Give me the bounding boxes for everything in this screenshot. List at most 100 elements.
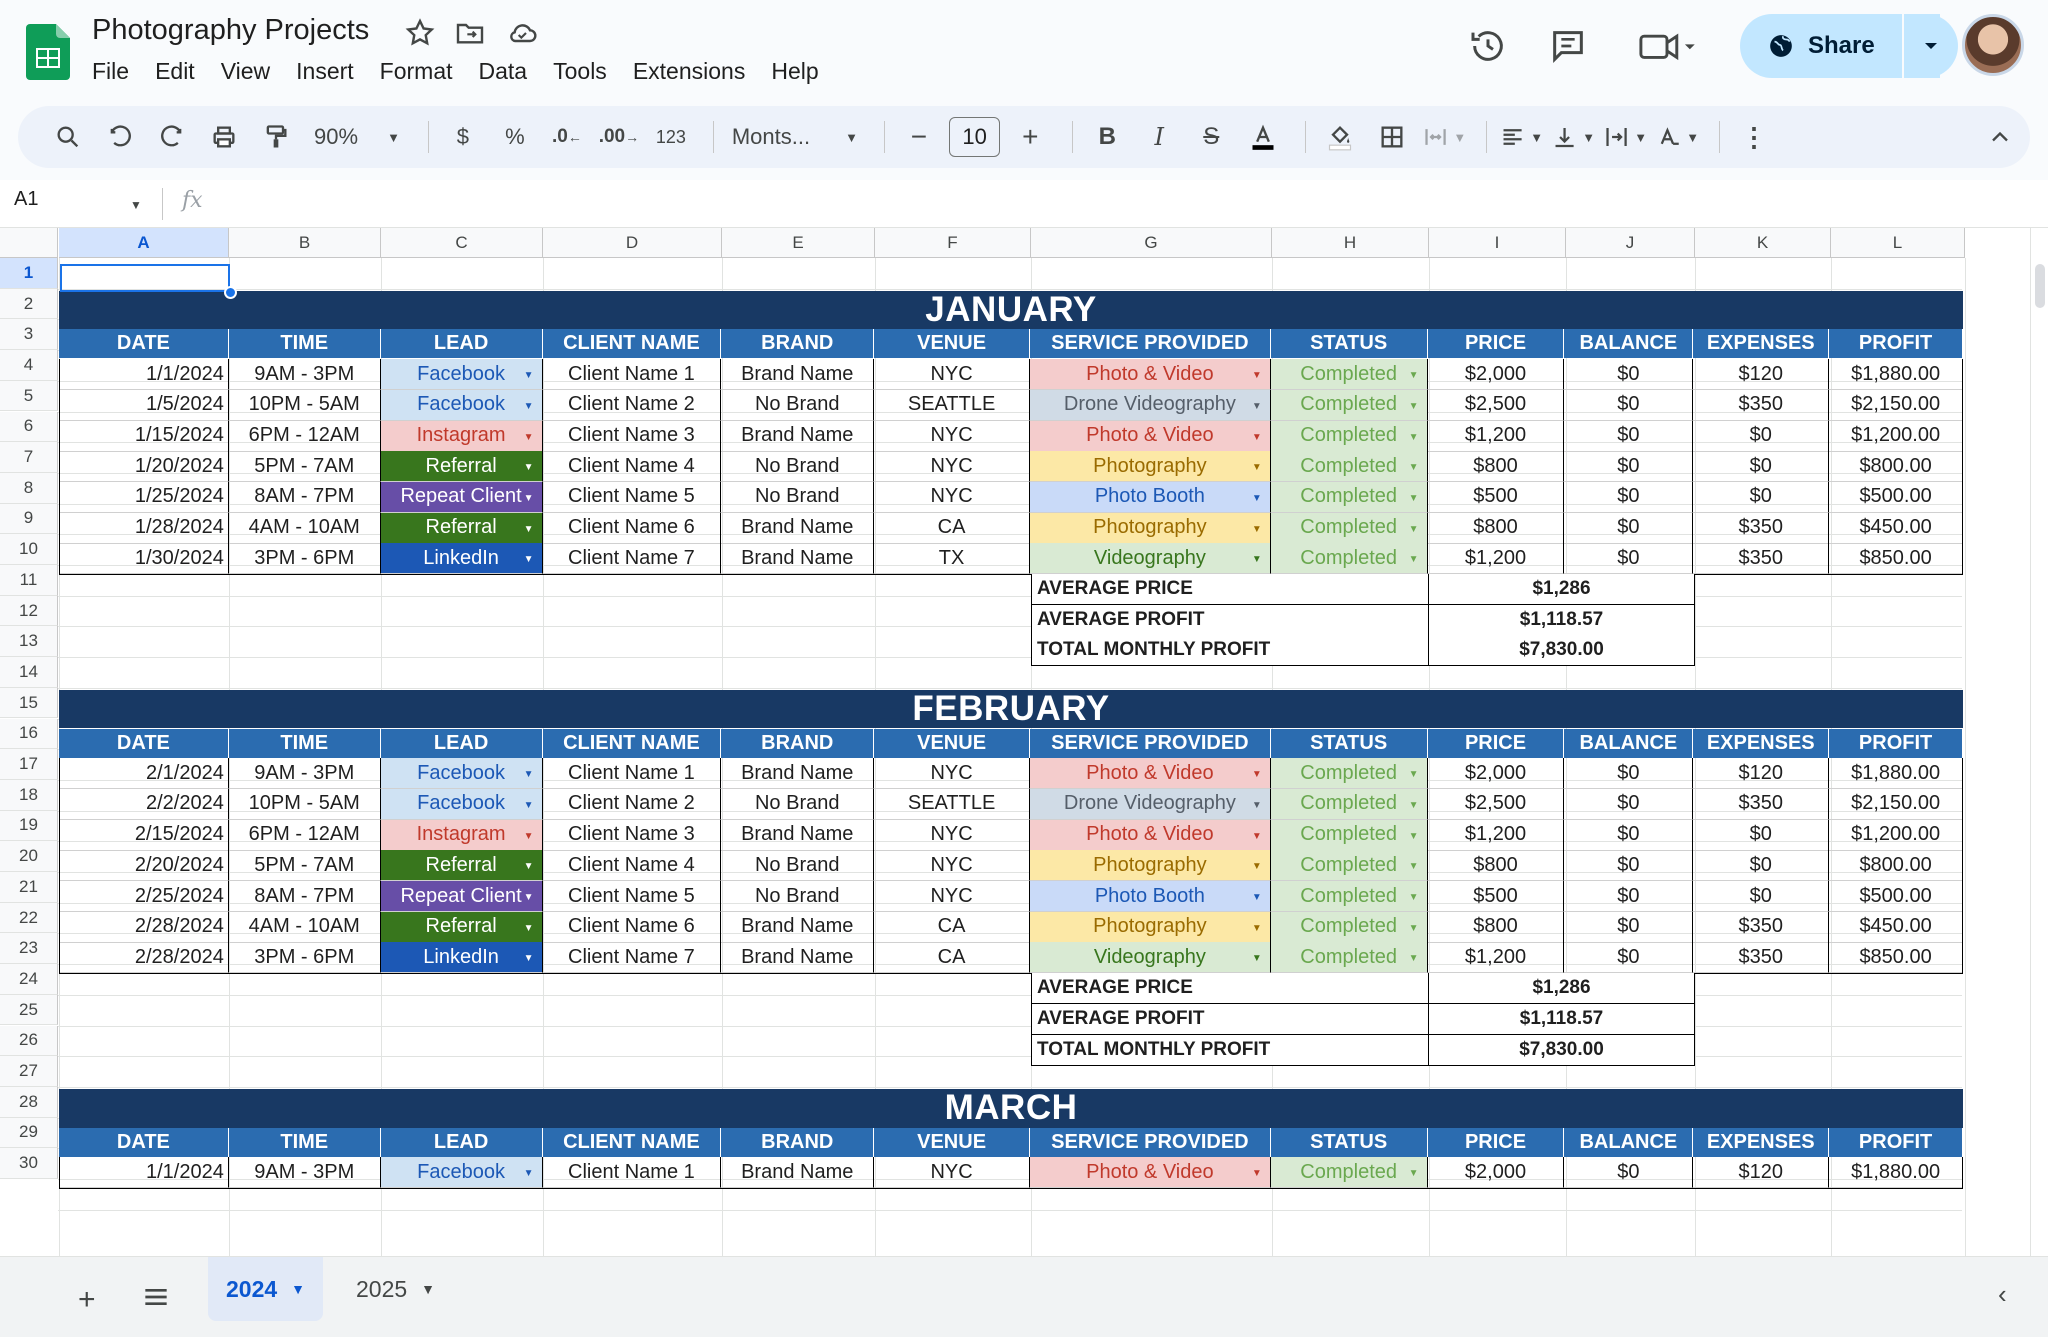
table-cell[interactable]: Brand Name [721,819,875,851]
table-cell[interactable]: NYC [874,420,1030,452]
table-cell[interactable]: $1,200 [1427,942,1565,974]
menu-format[interactable]: Format [367,56,466,87]
table-cell[interactable]: 8AM - 7PM [228,481,381,513]
table-cell[interactable]: Client Name 5 [542,481,722,513]
lead-dropdown[interactable]: LinkedIn ▼ [380,942,543,974]
dropdown-arrow-icon[interactable]: ▼ [1409,493,1419,504]
table-cell[interactable]: $1,200 [1427,819,1565,851]
row-header-7[interactable]: 7 [0,442,58,473]
lead-dropdown[interactable]: Repeat Client ▼ [380,481,543,513]
column-header-g[interactable]: G [1031,228,1272,258]
print-button[interactable] [202,115,246,159]
table-cell[interactable]: Client Name 3 [542,819,722,851]
menu-view[interactable]: View [208,56,283,87]
table-cell[interactable]: 2/15/2024 [59,819,229,851]
table-cell[interactable]: $0 [1564,850,1694,882]
row-header-15[interactable]: 15 [0,687,58,719]
dropdown-arrow-icon[interactable]: ▼ [1409,861,1419,872]
text-color-button[interactable] [1241,115,1285,159]
dropdown-arrow-icon[interactable]: ▼ [1252,831,1262,842]
text-wrapping-button[interactable]: ▼ [1603,115,1647,159]
table-cell[interactable]: Client Name 2 [542,788,722,820]
row-header-26[interactable]: 26 [0,1025,58,1057]
summary-label[interactable]: TOTAL MONTHLY PROFIT [1031,1034,1429,1066]
table-cell[interactable]: $350 [1693,389,1830,421]
borders-button[interactable] [1370,115,1414,159]
table-cell[interactable]: $450.00 [1829,911,1964,943]
column-header-f[interactable]: F [875,228,1031,258]
table-cell[interactable]: 1/28/2024 [59,512,229,544]
table-cell[interactable]: Brand Name [721,512,875,544]
table-cell[interactable]: $2,000 [1427,758,1565,790]
sheet-tab-2025[interactable]: 2025 ▼ [338,1257,453,1321]
version-history-icon[interactable] [1468,26,1508,66]
sheet-tab-2024[interactable]: 2024 ▼ [208,1257,324,1321]
dropdown-arrow-icon[interactable]: ▼ [1409,1168,1419,1179]
table-cell[interactable]: NYC [874,359,1030,391]
table-cell[interactable]: $0 [1564,389,1694,421]
table-cell[interactable]: $1,880.00 [1829,758,1964,790]
table-cell[interactable]: 1/5/2024 [59,389,229,421]
service-dropdown[interactable]: Videography ▼ [1030,543,1271,575]
lead-dropdown[interactable]: Instagram ▼ [380,420,543,452]
dropdown-arrow-icon[interactable]: ▼ [1409,831,1419,842]
paint-format-button[interactable] [254,115,298,159]
star-icon[interactable] [404,17,436,49]
table-cell[interactable]: 10PM - 5AM [228,788,381,820]
font-size-input[interactable]: 10 [948,117,1001,157]
table-cell[interactable]: Brand Name [721,359,875,391]
table-cell[interactable]: $1,880.00 [1829,359,1964,391]
dropdown-arrow-icon[interactable]: ▼ [1252,493,1262,504]
dropdown-arrow-icon[interactable]: ▼ [524,892,534,903]
dropdown-arrow-icon[interactable]: ▼ [1409,401,1419,412]
sheets-logo-icon[interactable] [26,24,70,80]
dropdown-arrow-icon[interactable]: ▼ [1409,554,1419,565]
table-cell[interactable]: Brand Name [721,1157,875,1189]
table-cell[interactable]: $0 [1693,451,1830,483]
decrease-decimal-button[interactable]: .0 ← [545,115,589,159]
dropdown-arrow-icon[interactable]: ▼ [1409,923,1419,934]
table-cell[interactable]: $1,200.00 [1829,819,1964,851]
chevron-left-icon[interactable]: ‹ [1998,1279,2007,1310]
dropdown-arrow-icon[interactable]: ▼ [1252,462,1262,473]
row-header-4[interactable]: 4 [0,350,58,381]
table-cell[interactable]: $0 [1564,451,1694,483]
increase-font-size-button[interactable]: + [1008,115,1052,159]
table-cell[interactable]: $350 [1693,788,1830,820]
horizontal-align-button[interactable]: ▼ [1499,115,1543,159]
service-dropdown[interactable]: Photo & Video ▼ [1030,359,1271,391]
merge-cells-button[interactable]: ▼ [1422,115,1466,159]
name-box[interactable]: A1 [14,188,38,211]
bold-button[interactable]: B [1085,115,1129,159]
table-cell[interactable]: $0 [1564,758,1694,790]
service-dropdown[interactable]: Photo & Video ▼ [1030,819,1271,851]
row-header-11[interactable]: 11 [0,565,58,596]
row-header-30[interactable]: 30 [0,1148,58,1179]
row-header-23[interactable]: 23 [0,933,58,965]
column-header-d[interactable]: D [543,228,722,258]
column-header-i[interactable]: I [1429,228,1566,258]
service-dropdown[interactable]: Photo Booth ▼ [1030,481,1271,513]
table-cell[interactable]: $0 [1693,819,1830,851]
status-dropdown[interactable]: Completed ▼ [1270,881,1428,912]
table-cell[interactable]: $350 [1693,512,1830,544]
table-cell[interactable]: $800 [1427,850,1565,882]
row-header-18[interactable]: 18 [0,779,58,811]
fill-color-button[interactable] [1318,115,1362,159]
service-dropdown[interactable]: Photo & Video ▼ [1030,1157,1271,1189]
table-cell[interactable]: Client Name 4 [542,451,722,483]
table-cell[interactable]: Client Name 6 [542,911,722,943]
menu-tools[interactable]: Tools [540,56,620,87]
table-cell[interactable]: $500 [1427,881,1565,912]
table-cell[interactable]: $1,200.00 [1829,420,1964,452]
table-cell[interactable]: $500 [1427,481,1565,513]
table-cell[interactable]: 3PM - 6PM [228,942,381,974]
spreadsheet-grid[interactable]: A B C D E F G H I J K L 1 2 3 4 5 6 7 8 9 10 11 12 13 14 15 16 17 18 1… [0,228,2030,1256]
table-cell[interactable]: $120 [1693,758,1830,790]
dropdown-arrow-icon[interactable]: ▼ [524,370,534,381]
dropdown-arrow-icon[interactable]: ▼ [1409,432,1419,443]
summary-value[interactable]: $1,286 [1429,973,1695,1005]
dropdown-arrow-icon[interactable]: ▼ [524,923,534,934]
vertical-align-button[interactable]: ▼ [1551,115,1595,159]
column-header-k[interactable]: K [1695,228,1831,258]
